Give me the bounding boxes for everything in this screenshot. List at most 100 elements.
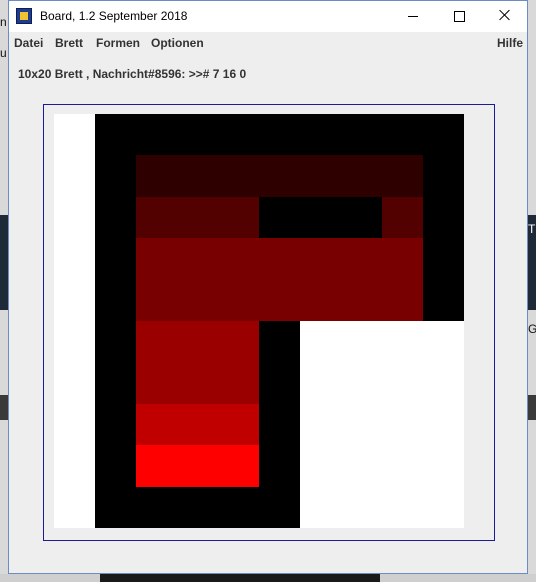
minimize-button[interactable] xyxy=(390,1,436,32)
board-cell[interactable] xyxy=(136,114,177,155)
board-cell[interactable] xyxy=(300,487,341,528)
board-cell[interactable] xyxy=(218,445,259,487)
board-cell[interactable] xyxy=(382,362,423,404)
board-cell[interactable] xyxy=(95,321,136,362)
board-cell[interactable] xyxy=(423,445,464,487)
board-cell[interactable] xyxy=(259,487,300,528)
board-cell[interactable] xyxy=(95,197,136,238)
board-cell[interactable] xyxy=(300,238,341,280)
board-cell[interactable] xyxy=(259,238,300,280)
board-cell[interactable] xyxy=(423,280,464,321)
board-cell[interactable] xyxy=(218,321,259,362)
board-cell[interactable] xyxy=(177,155,218,197)
board-cell[interactable] xyxy=(423,114,464,155)
board-cell[interactable] xyxy=(341,280,382,321)
board-cell[interactable] xyxy=(259,114,300,155)
board-cell[interactable] xyxy=(300,321,341,362)
board-cell[interactable] xyxy=(54,362,95,404)
board-cell[interactable] xyxy=(382,280,423,321)
board-cell[interactable] xyxy=(177,487,218,528)
board-cell[interactable] xyxy=(218,280,259,321)
board-cell[interactable] xyxy=(177,280,218,321)
board-cell[interactable] xyxy=(218,362,259,404)
board-cell[interactable] xyxy=(341,487,382,528)
board-cell[interactable] xyxy=(95,280,136,321)
board-cell[interactable] xyxy=(300,445,341,487)
board-cell[interactable] xyxy=(136,321,177,362)
menu-datei[interactable]: Datei xyxy=(14,36,43,50)
close-button[interactable] xyxy=(482,1,528,32)
board-cell[interactable] xyxy=(136,155,177,197)
board-cell[interactable] xyxy=(382,197,423,238)
board-cell[interactable] xyxy=(218,238,259,280)
board-cell[interactable] xyxy=(382,321,423,362)
board-cell[interactable] xyxy=(177,238,218,280)
board-cell[interactable] xyxy=(341,445,382,487)
board-cell[interactable] xyxy=(218,155,259,197)
board-cell[interactable] xyxy=(259,155,300,197)
board-cell[interactable] xyxy=(423,197,464,238)
board-cell[interactable] xyxy=(382,404,423,445)
board-cell[interactable] xyxy=(136,238,177,280)
board-cell[interactable] xyxy=(54,114,95,155)
board-cell[interactable] xyxy=(218,404,259,445)
board-cell[interactable] xyxy=(95,445,136,487)
board-cell[interactable] xyxy=(54,404,95,445)
board-cell[interactable] xyxy=(177,362,218,404)
board-cell[interactable] xyxy=(218,114,259,155)
board-cell[interactable] xyxy=(259,280,300,321)
board-cell[interactable] xyxy=(382,155,423,197)
menu-hilfe[interactable]: Hilfe xyxy=(497,36,523,50)
board-cell[interactable] xyxy=(54,445,95,487)
board-cell[interactable] xyxy=(177,114,218,155)
board-cell[interactable] xyxy=(259,321,300,362)
board-cell[interactable] xyxy=(95,114,136,155)
board-cell[interactable] xyxy=(218,197,259,238)
board-cell[interactable] xyxy=(259,197,300,238)
board-cell[interactable] xyxy=(54,321,95,362)
board-cell[interactable] xyxy=(341,321,382,362)
maximize-button[interactable] xyxy=(436,1,482,32)
board-cell[interactable] xyxy=(54,280,95,321)
board-cell[interactable] xyxy=(136,362,177,404)
board-cell[interactable] xyxy=(177,445,218,487)
board-cell[interactable] xyxy=(177,321,218,362)
board-cell[interactable] xyxy=(218,487,259,528)
board-cell[interactable] xyxy=(259,362,300,404)
board-cell[interactable] xyxy=(259,404,300,445)
board-cell[interactable] xyxy=(423,362,464,404)
board-cell[interactable] xyxy=(177,404,218,445)
board-cell[interactable] xyxy=(136,404,177,445)
title-bar[interactable]: Board, 1.2 September 2018 xyxy=(9,1,527,32)
board-cell[interactable] xyxy=(382,238,423,280)
menu-optionen[interactable]: Optionen xyxy=(151,36,204,50)
board-cell[interactable] xyxy=(95,404,136,445)
board-cell[interactable] xyxy=(300,155,341,197)
board-cell[interactable] xyxy=(136,197,177,238)
board-cell[interactable] xyxy=(54,197,95,238)
board-cell[interactable] xyxy=(423,238,464,280)
board-cell[interactable] xyxy=(54,487,95,528)
board-cell[interactable] xyxy=(95,362,136,404)
board-cell[interactable] xyxy=(341,362,382,404)
game-board[interactable] xyxy=(54,114,464,528)
board-cell[interactable] xyxy=(95,238,136,280)
board-cell[interactable] xyxy=(341,155,382,197)
board-cell[interactable] xyxy=(300,404,341,445)
board-cell[interactable] xyxy=(300,280,341,321)
board-cell[interactable] xyxy=(177,197,218,238)
board-cell[interactable] xyxy=(341,238,382,280)
board-cell[interactable] xyxy=(259,445,300,487)
board-cell[interactable] xyxy=(423,487,464,528)
board-cell[interactable] xyxy=(341,404,382,445)
menu-brett[interactable]: Brett xyxy=(55,36,83,50)
board-cell[interactable] xyxy=(300,197,341,238)
board-cell[interactable] xyxy=(341,114,382,155)
menu-formen[interactable]: Formen xyxy=(96,36,140,50)
board-cell[interactable] xyxy=(300,114,341,155)
board-cell[interactable] xyxy=(382,114,423,155)
board-cell[interactable] xyxy=(54,238,95,280)
board-cell[interactable] xyxy=(136,280,177,321)
board-cell[interactable] xyxy=(423,404,464,445)
board-cell[interactable] xyxy=(54,155,95,197)
